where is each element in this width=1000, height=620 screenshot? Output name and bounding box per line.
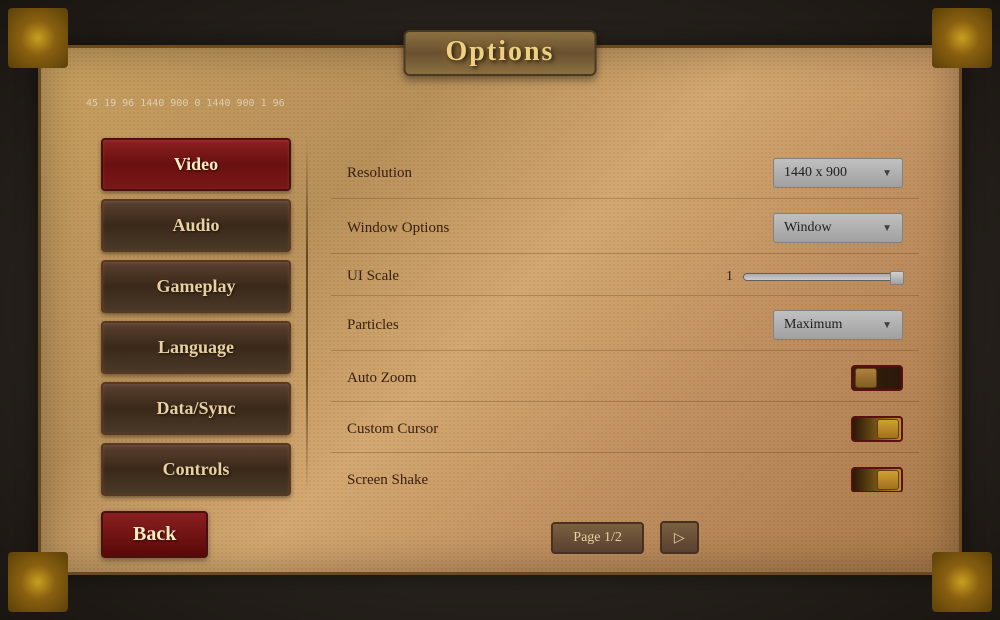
ui-scale-track[interactable] (743, 273, 903, 281)
nav-panel: Video Audio Gameplay Language Data/Sync … (101, 138, 291, 492)
particles-dropdown[interactable]: Maximum ▼ (773, 310, 903, 340)
nav-btn-controls[interactable]: Controls (101, 443, 291, 496)
page-title: Options (446, 36, 555, 67)
auto-zoom-knob (855, 368, 877, 388)
divider (306, 138, 308, 492)
corner-decoration-tl (8, 8, 68, 68)
setting-row-screen-shake: Screen Shake (331, 457, 919, 492)
screen-shake-toggle[interactable] (851, 467, 903, 492)
screen-shake-knob (877, 470, 899, 490)
page-indicator-button[interactable]: Page 1/2 (551, 522, 644, 554)
back-button[interactable]: Back (101, 511, 208, 558)
corner-decoration-br (932, 552, 992, 612)
window-options-dropdown[interactable]: Window ▼ (773, 213, 903, 243)
corner-decoration-bl (8, 552, 68, 612)
window-options-label: Window Options (347, 220, 773, 237)
page-next-button[interactable]: ▷ (660, 521, 699, 554)
setting-row-resolution: Resolution 1440 x 900 ▼ (331, 148, 919, 199)
screen-shake-label: Screen Shake (347, 472, 851, 489)
ui-scale-thumb[interactable] (890, 271, 904, 285)
window-options-dropdown-arrow: ▼ (882, 223, 892, 234)
nav-btn-video[interactable]: Video (101, 138, 291, 191)
setting-row-particles: Particles Maximum ▼ (331, 300, 919, 351)
content-area: Resolution 1440 x 900 ▼ Window Options W… (311, 138, 939, 492)
auto-zoom-label: Auto Zoom (347, 370, 851, 387)
nav-btn-gameplay[interactable]: Gameplay (101, 260, 291, 313)
resolution-dropdown[interactable]: 1440 x 900 ▼ (773, 158, 903, 188)
nav-btn-language[interactable]: Language (101, 321, 291, 374)
setting-row-auto-zoom: Auto Zoom (331, 355, 919, 402)
nav-btn-audio[interactable]: Audio (101, 199, 291, 252)
particles-label: Particles (347, 317, 773, 334)
ui-scale-fill (744, 274, 902, 280)
setting-row-custom-cursor: Custom Cursor (331, 406, 919, 453)
custom-cursor-label: Custom Cursor (347, 421, 851, 438)
ui-scale-slider-container: 1 (703, 269, 903, 285)
ui-scale-label: UI Scale (347, 268, 703, 285)
corner-decoration-tr (932, 8, 992, 68)
setting-row-ui-scale: UI Scale 1 (331, 258, 919, 296)
particles-dropdown-arrow: ▼ (882, 320, 892, 331)
main-panel: Options 45 19 96 1440 900 0 1440 900 1 9… (38, 45, 962, 575)
window-options-value: Window (784, 220, 832, 236)
resolution-label: Resolution (347, 165, 773, 182)
debug-info: 45 19 96 1440 900 0 1440 900 1 96 (86, 98, 285, 109)
auto-zoom-toggle[interactable] (851, 365, 903, 391)
title-area: Options (404, 30, 597, 76)
custom-cursor-knob (877, 419, 899, 439)
custom-cursor-toggle[interactable] (851, 416, 903, 442)
setting-row-window-options: Window Options Window ▼ (331, 203, 919, 254)
page-bar: Page 1/2 ▷ (311, 521, 939, 554)
ui-scale-value: 1 (713, 269, 733, 285)
particles-value: Maximum (784, 317, 842, 333)
nav-btn-datasync[interactable]: Data/Sync (101, 382, 291, 435)
resolution-value: 1440 x 900 (784, 165, 847, 181)
resolution-dropdown-arrow: ▼ (882, 168, 892, 179)
